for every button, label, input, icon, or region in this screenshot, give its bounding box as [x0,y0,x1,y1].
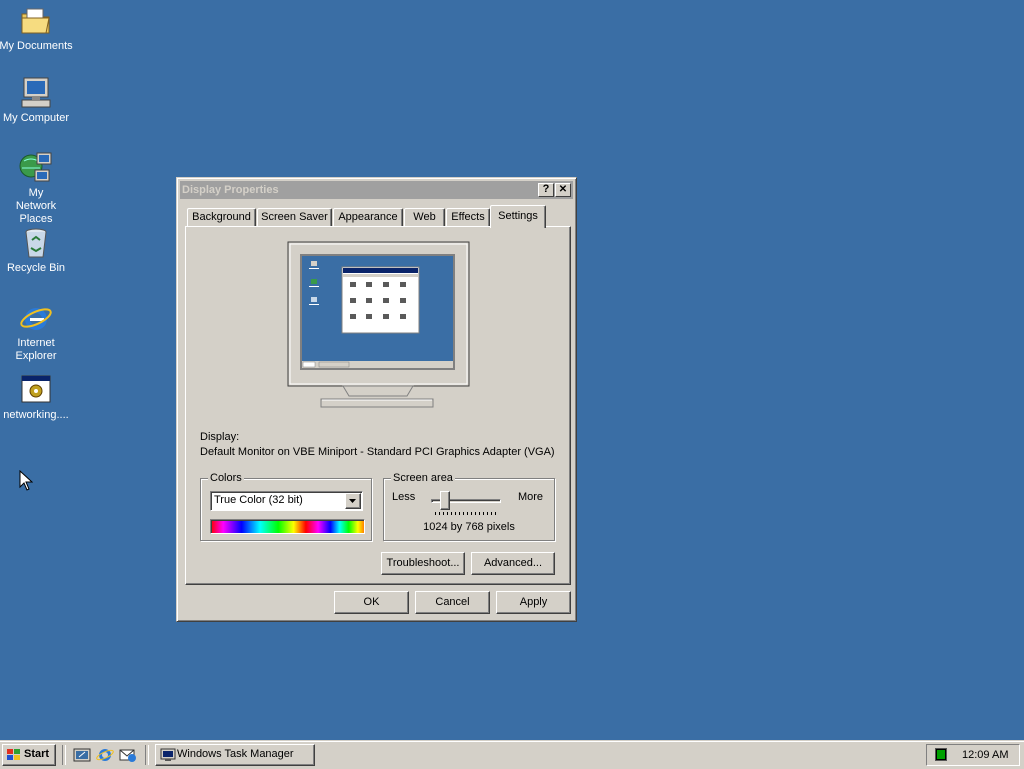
quicklaunch-internet-explorer-icon[interactable] [96,747,114,766]
resolution-value: 1024 by 768 pixels [423,521,515,533]
slider-thumb[interactable] [440,491,450,510]
program-icon [19,373,53,407]
computer-icon [19,76,53,110]
screen-area-group: Screen area Less More 1024 by 768 pixels [383,471,555,541]
mouse-cursor-icon [19,469,34,495]
desktop-icon-recycle-bin[interactable]: Recycle Bin [0,226,74,275]
close-button[interactable]: ✕ [555,183,571,197]
dropdown-arrow-button[interactable] [345,493,361,509]
folder-icon [19,4,53,38]
network-icon [19,151,53,185]
quicklaunch-show-desktop-icon[interactable] [73,747,91,766]
desktop-icon-label: My Network Places [15,187,57,225]
tab-screen-saver[interactable]: Screen Saver [257,208,332,227]
internet-explorer-icon [19,301,53,335]
color-spectrum-bar [210,519,365,534]
desktop-icon-my-documents[interactable]: My Documents [0,4,74,53]
title-bar[interactable]: Display Properties ? ✕ [180,181,573,199]
tab-background[interactable]: Background [187,208,256,227]
quicklaunch-outlook-express-icon[interactable] [119,747,137,766]
cancel-button[interactable]: Cancel [415,591,490,614]
monitor-preview [287,241,471,411]
desktop-icon-my-computer[interactable]: My Computer [0,76,74,125]
taskbar-separator [145,745,149,765]
advanced-button[interactable]: Advanced... [471,552,555,575]
taskbar-separator [62,745,66,765]
task-manager-cpu-icon[interactable] [935,748,947,761]
display-label: Display: [200,431,240,443]
screen-area-legend: Screen area [391,471,455,485]
task-manager-icon [160,748,176,761]
tab-effects[interactable]: Effects [446,208,490,227]
colors-group: Colors True Color (32 bit) [200,471,372,541]
tab-settings[interactable]: Settings [490,205,546,228]
start-label: Start [24,748,50,760]
chevron-down-icon [349,499,356,503]
window-title: Display Properties [182,184,279,196]
help-button[interactable]: ? [538,183,554,197]
resolution-slider[interactable] [431,489,503,515]
windows-logo-icon [7,749,20,760]
desktop-icon-my-network-places[interactable]: My Network Places [0,151,74,226]
display-adapter-text: Default Monitor on VBE Miniport - Standa… [200,446,555,458]
desktop-icon-label: My Computer [2,112,70,124]
troubleshoot-button[interactable]: Troubleshoot... [381,552,465,575]
desktop-icon-label: networking.... [3,409,69,421]
color-depth-select[interactable]: True Color (32 bit) [210,491,363,511]
apply-button[interactable]: Apply [496,591,571,614]
slider-more-label: More [517,491,543,503]
start-button[interactable]: Start [2,744,56,766]
desktop-icon-label: Recycle Bin [6,262,66,274]
color-depth-value: True Color (32 bit) [214,494,303,506]
recycle-bin-icon [19,226,53,260]
settings-tab-panel: Display: Default Monitor on VBE Miniport… [185,226,571,585]
desktop-icon-label: Internet Explorer [15,337,57,362]
clock[interactable]: 12:09 AM [962,749,1008,761]
colors-legend: Colors [208,471,244,485]
system-tray: 12:09 AM [926,744,1020,766]
desktop-icon-internet-explorer[interactable]: Internet Explorer [0,301,74,363]
taskbar-button-task-manager[interactable]: Windows Task Manager [155,744,315,766]
taskbar: Start Windows Task Manager 12:09 AM [0,740,1024,769]
slider-ticks [435,512,497,515]
tab-web[interactable]: Web [404,208,445,227]
desktop-icon-label: My Documents [0,40,73,52]
display-properties-window: Display Properties ? ✕ Background Screen… [176,177,577,622]
tab-appearance[interactable]: Appearance [333,208,403,227]
desktop-icon-networking[interactable]: networking.... [0,373,74,422]
slider-less-label: Less [392,491,416,503]
taskbar-button-label: Windows Task Manager [177,748,294,760]
ok-button[interactable]: OK [334,591,409,614]
